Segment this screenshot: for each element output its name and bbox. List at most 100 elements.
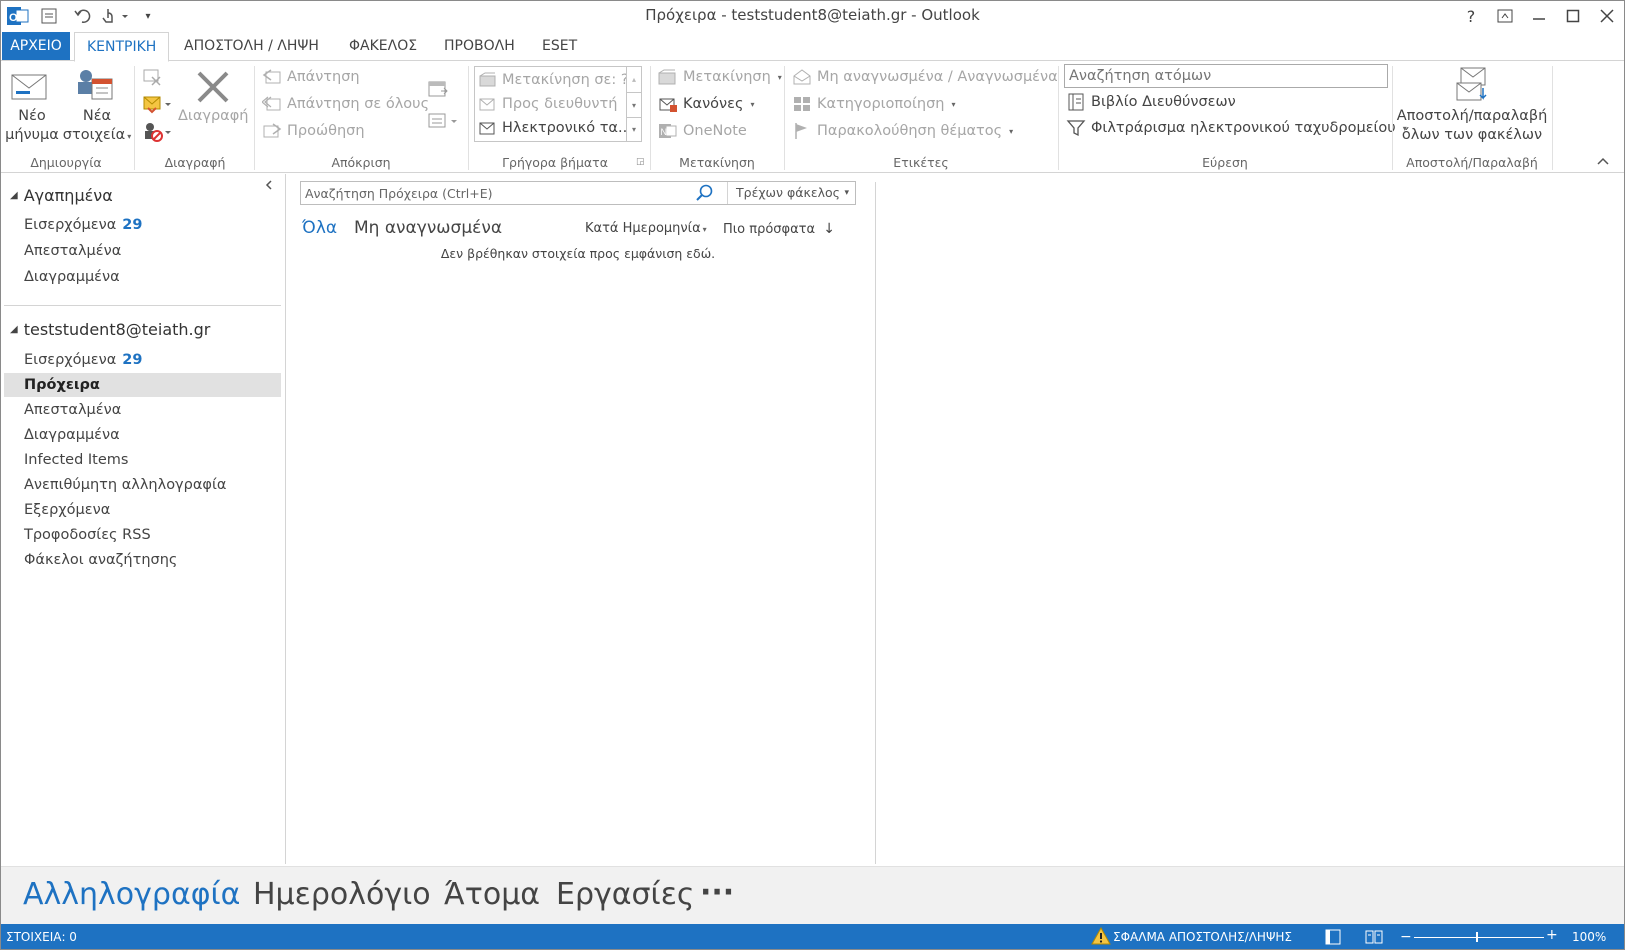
- nav-calendar[interactable]: Ημερολόγιο: [253, 877, 431, 912]
- zoom-in-icon[interactable]: +: [1546, 927, 1558, 943]
- rules-button[interactable]: Κανόνες ▾: [658, 94, 755, 114]
- to-manager-icon: [479, 98, 495, 111]
- follow-up-button[interactable]: Παρακολούθηση θέματος ▾: [792, 121, 1013, 141]
- maximize-icon[interactable]: [1556, 4, 1590, 28]
- group-label-tags: Ετικέτες: [893, 155, 949, 170]
- collapse-ribbon-icon[interactable]: [1596, 151, 1610, 170]
- nav-people[interactable]: Άτομα: [444, 877, 540, 912]
- move-folder-icon: [479, 72, 496, 87]
- junk-icon[interactable]: [142, 121, 174, 147]
- address-book-icon: [1068, 93, 1084, 111]
- tab-send-receive[interactable]: ΑΠΟΣΤΟΛΗ / ΛΗΨΗ: [172, 32, 331, 61]
- categorize-button[interactable]: Κατηγοριοποίηση ▾: [792, 94, 956, 114]
- instant-search-box: Τρέχων φάκελος ▾: [300, 181, 856, 205]
- nav-item-junk[interactable]: Ανεπιθύμητη αλληλογραφία: [4, 473, 281, 497]
- tab-file[interactable]: ΑΡΧΕΙΟ: [2, 32, 70, 61]
- nav-item-sent[interactable]: Απεσταλμένα: [4, 398, 281, 422]
- search-drafts-input[interactable]: [305, 185, 685, 201]
- nav-item-inbox-favorite[interactable]: Εισερχόμενα 29: [4, 213, 281, 237]
- nav-item-search-folders[interactable]: Φάκελοι αναζήτησης: [4, 548, 281, 572]
- forward-button[interactable]: Προώθηση: [262, 121, 365, 141]
- nav-item-drafts[interactable]: Πρόχειρα: [4, 373, 281, 397]
- nav-more-icon[interactable]: ···: [700, 875, 734, 910]
- gallery-expand-icon[interactable]: ▾: [627, 117, 641, 141]
- filter-email-button[interactable]: Φιλτράρισμα ηλεκτρονικού ταχυδρομείου ▾: [1066, 118, 1407, 138]
- reply-all-button[interactable]: Απάντηση σε όλους: [262, 94, 429, 114]
- tab-folder[interactable]: ΦΑΚΕΛΟΣ: [337, 32, 429, 61]
- normal-view-icon[interactable]: [1325, 929, 1341, 948]
- nav-item-sent-favorite[interactable]: Απεσταλμένα: [4, 239, 281, 263]
- empty-list-message: Δεν βρέθηκαν στοιχεία προς εμφάνιση εδώ.: [440, 246, 716, 261]
- group-label-respond: Απόκριση: [331, 155, 391, 170]
- delete-x-icon: [195, 69, 231, 109]
- ignore-icon[interactable]: [142, 67, 164, 91]
- filter-all[interactable]: Όλα: [302, 218, 337, 238]
- quick-step-move-to[interactable]: Μετακίνηση σε: ?: [479, 69, 629, 91]
- filter-unread[interactable]: Μη αναγνωσμένα: [354, 218, 502, 238]
- minimize-icon[interactable]: [1522, 4, 1556, 28]
- unread-read-button[interactable]: Μη αναγνωσμένα / Αναγνωσμένα: [792, 67, 1058, 87]
- reply-button[interactable]: Απάντηση: [262, 67, 360, 87]
- zoom-out-icon[interactable]: −: [1400, 929, 1412, 945]
- item-count: ΣΤΟΙΧΕΙΑ: 0: [6, 930, 77, 944]
- nav-mail[interactable]: Αλληλογραφία: [23, 877, 240, 912]
- ribbon-display-options-icon[interactable]: [1488, 4, 1522, 28]
- send-receive-all-button[interactable]: Αποστολή/παραλαβή όλων των φακέλων: [1396, 107, 1548, 145]
- nav-item-deleted[interactable]: Διαγραμμένα: [4, 423, 281, 447]
- sort-order-toggle[interactable]: Πιο πρόσφατα ↓: [723, 221, 835, 237]
- clean-up-icon[interactable]: [142, 94, 174, 118]
- chevron-down-icon: ▾: [844, 188, 849, 198]
- svg-text:N: N: [661, 127, 668, 137]
- nav-item-rss[interactable]: Τροφοδοσίες RSS: [4, 523, 281, 547]
- account-header[interactable]: ◢ teststudent8@teiath.gr: [10, 320, 210, 339]
- window-title: Πρόχειρα - teststudent8@teiath.gr - Outl…: [645, 6, 980, 24]
- search-icon[interactable]: [695, 184, 715, 206]
- nav-item-infected[interactable]: Infected Items: [4, 448, 281, 472]
- quick-step-to-manager[interactable]: Προς διευθυντή: [479, 93, 617, 115]
- reply-icon: [262, 69, 281, 84]
- group-label-quick-steps: Γρήγορα βήματα: [502, 155, 608, 170]
- reading-view-icon[interactable]: [1365, 929, 1383, 948]
- ribbon-tabs: ΑΡΧΕΙΟ ΚΕΝΤΡΙΚΗ ΑΠΟΣΤΟΛΗ / ΛΗΨΗ ΦΑΚΕΛΟΣ …: [0, 32, 1625, 62]
- flag-icon: [795, 123, 807, 139]
- sort-by-dropdown[interactable]: Κατά Ημερομηνία ▾: [585, 221, 707, 236]
- zoom-level[interactable]: 100%: [1572, 930, 1606, 944]
- nav-item-inbox[interactable]: Εισερχόμενα 29: [4, 348, 281, 372]
- zoom-slider[interactable]: [1414, 937, 1544, 938]
- new-items-button[interactable]: Νέα στοιχεία ▾: [62, 107, 132, 146]
- onenote-icon: N: [659, 124, 677, 138]
- close-icon[interactable]: [1590, 4, 1624, 28]
- send-receive-error[interactable]: ΣΦΑΛΜΑ ΑΠΟΣΤΟΛΗΣ/ΛΗΨΗΣ: [1113, 930, 1292, 944]
- filter-funnel-icon: [1066, 120, 1086, 137]
- help-button[interactable]: ?: [1454, 4, 1488, 28]
- meeting-reply-icon[interactable]: [427, 79, 449, 103]
- delete-button[interactable]: Διαγραφή: [178, 107, 248, 126]
- nav-item-deleted-favorite[interactable]: Διαγραμμένα: [4, 265, 281, 289]
- dialog-launcher-icon[interactable]: ◲: [636, 157, 645, 167]
- address-book-button[interactable]: Βιβλίο Διευθύνσεων: [1066, 92, 1236, 112]
- search-scope-dropdown[interactable]: Τρέχων φάκελος ▾: [727, 182, 855, 204]
- more-respond-icon[interactable]: [427, 111, 461, 135]
- group-label-new: Δημιουργία: [30, 155, 102, 170]
- nav-tasks[interactable]: Εργασίες: [556, 877, 695, 912]
- scroll-down-icon[interactable]: ▾: [627, 92, 641, 117]
- tab-view[interactable]: ΠΡΟΒΟΛΗ: [432, 32, 527, 61]
- search-people-input[interactable]: [1064, 64, 1388, 88]
- team-email-icon: [479, 122, 495, 135]
- tab-home[interactable]: ΚΕΝΤΡΙΚΗ: [74, 32, 170, 62]
- nav-item-outbox[interactable]: Εξερχόμενα: [4, 498, 281, 522]
- arrow-down-icon: ↓: [823, 221, 835, 237]
- move-button[interactable]: Μετακίνηση ▾: [658, 67, 782, 87]
- quick-steps-scroll[interactable]: ▴ ▾ ▾: [626, 66, 642, 142]
- scroll-up-icon[interactable]: ▴: [627, 67, 641, 92]
- new-email-icon: [10, 71, 48, 107]
- zoom-slider-thumb[interactable]: [1476, 932, 1478, 942]
- forward-icon: [263, 123, 282, 138]
- quick-step-team-email[interactable]: Ηλεκτρονικό τα...: [479, 117, 632, 139]
- tab-eset[interactable]: ESET: [530, 32, 589, 61]
- favorites-header[interactable]: ◢ Αγαπημένα: [10, 186, 113, 205]
- minimize-folder-pane-icon[interactable]: [263, 176, 275, 195]
- new-items-icon: [74, 67, 114, 109]
- new-email-button[interactable]: Νέο μήνυμα: [4, 107, 60, 145]
- onenote-button[interactable]: N OneNote: [658, 121, 747, 141]
